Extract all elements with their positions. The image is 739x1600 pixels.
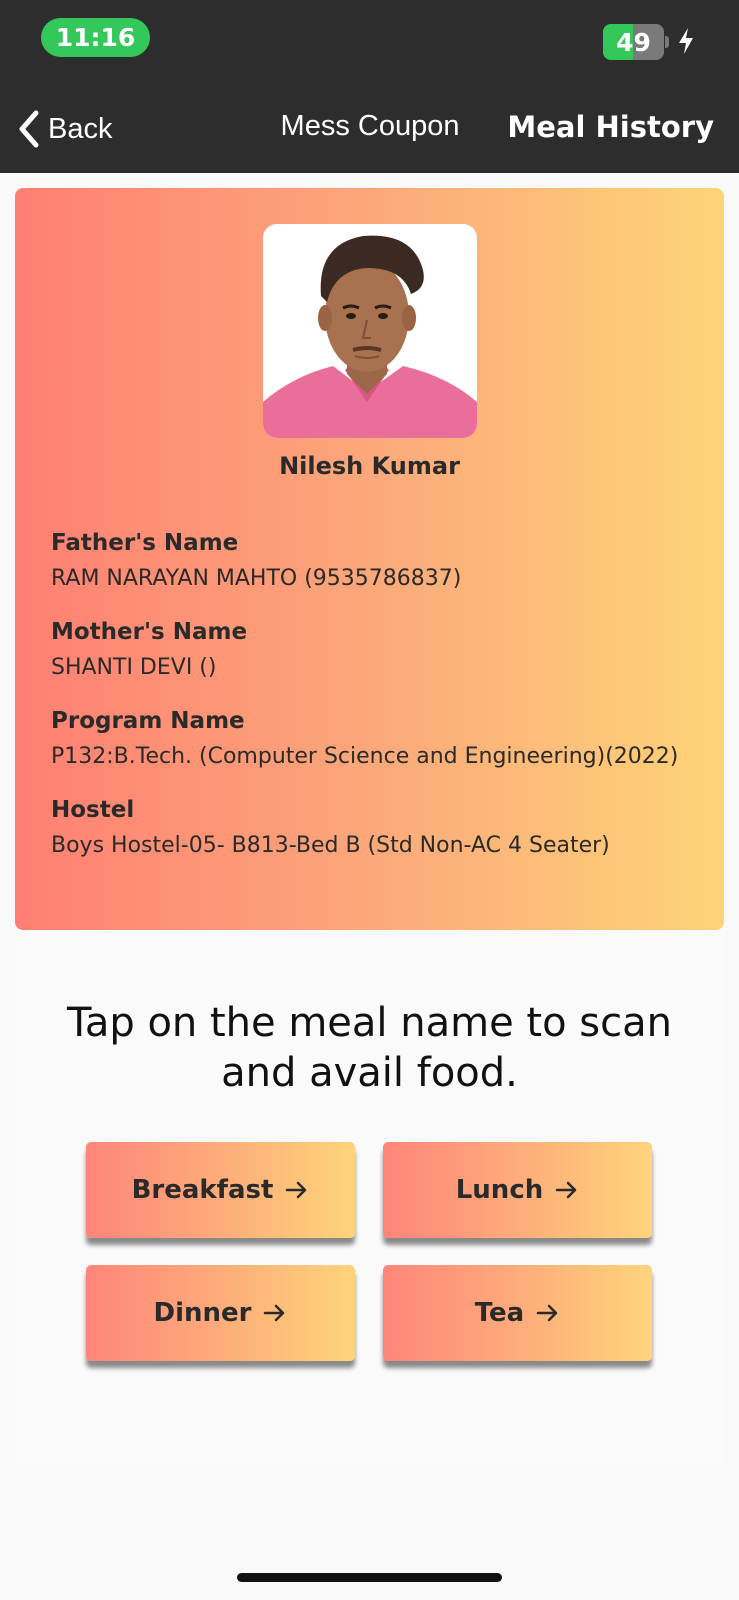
meal-label: Breakfast — [131, 1175, 274, 1205]
info-label: Program Name — [51, 708, 245, 734]
scan-instruction: Tap on the meal name to scan and avail f… — [15, 998, 724, 1098]
home-indicator[interactable] — [237, 1573, 502, 1582]
lunch-button[interactable]: Lunch — [383, 1142, 652, 1238]
info-value: P132:B.Tech. (Computer Science and Engin… — [51, 744, 679, 769]
student-photo — [263, 224, 477, 438]
top-bar: 11:16 49 Back Mess Coupon Meal History — [0, 0, 739, 173]
arrow-right-icon — [264, 1304, 285, 1322]
back-label: Back — [48, 112, 113, 145]
info-mothers-name: Mother's Name SHANTI DEVI () — [51, 619, 711, 680]
breakfast-button[interactable]: Breakfast — [86, 1142, 355, 1238]
info-label: Father's Name — [51, 530, 239, 556]
info-label: Mother's Name — [51, 619, 248, 645]
status-time: 11:16 — [41, 18, 150, 57]
student-name: Nilesh Kumar — [279, 452, 460, 480]
battery-nub — [665, 36, 669, 48]
info-fathers-name: Father's Name RAM NARAYAN MAHTO (9535786… — [51, 530, 711, 591]
arrow-right-icon — [556, 1181, 577, 1199]
info-value: SHANTI DEVI () — [51, 655, 217, 680]
info-program-name: Program Name P132:B.Tech. (Computer Scie… — [51, 708, 711, 769]
chevron-left-icon — [19, 110, 39, 148]
info-label: Hostel — [51, 797, 135, 823]
info-value: Boys Hostel-05- B813-Bed B (Std Non-AC 4… — [51, 833, 610, 858]
meal-label: Dinner — [153, 1298, 252, 1328]
meal-label: Lunch — [455, 1175, 544, 1205]
instruction-line-2: and avail food. — [221, 1050, 518, 1096]
student-portrait-image — [263, 224, 477, 438]
dinner-button[interactable]: Dinner — [86, 1265, 355, 1361]
profile-card: Nilesh Kumar Father's Name RAM NARAYAN M… — [15, 188, 724, 930]
charging-bolt-icon — [679, 28, 693, 54]
main-content: Nilesh Kumar Father's Name RAM NARAYAN M… — [15, 188, 724, 1470]
info-hostel: Hostel Boys Hostel-05- B813-Bed B (Std N… — [51, 797, 711, 858]
arrow-right-icon — [286, 1181, 307, 1199]
meal-history-button[interactable]: Meal History — [507, 110, 714, 144]
battery-icon: 49 — [603, 24, 664, 60]
instruction-line-1: Tap on the meal name to scan — [67, 1000, 672, 1046]
page-title: Mess Coupon — [280, 110, 460, 142]
meal-label: Tea — [474, 1298, 525, 1328]
tea-button[interactable]: Tea — [383, 1265, 652, 1361]
info-value: RAM NARAYAN MAHTO (9535786837) — [51, 566, 462, 591]
back-button[interactable]: Back — [16, 104, 112, 154]
arrow-right-icon — [536, 1304, 558, 1322]
battery-level: 49 — [616, 27, 651, 57]
